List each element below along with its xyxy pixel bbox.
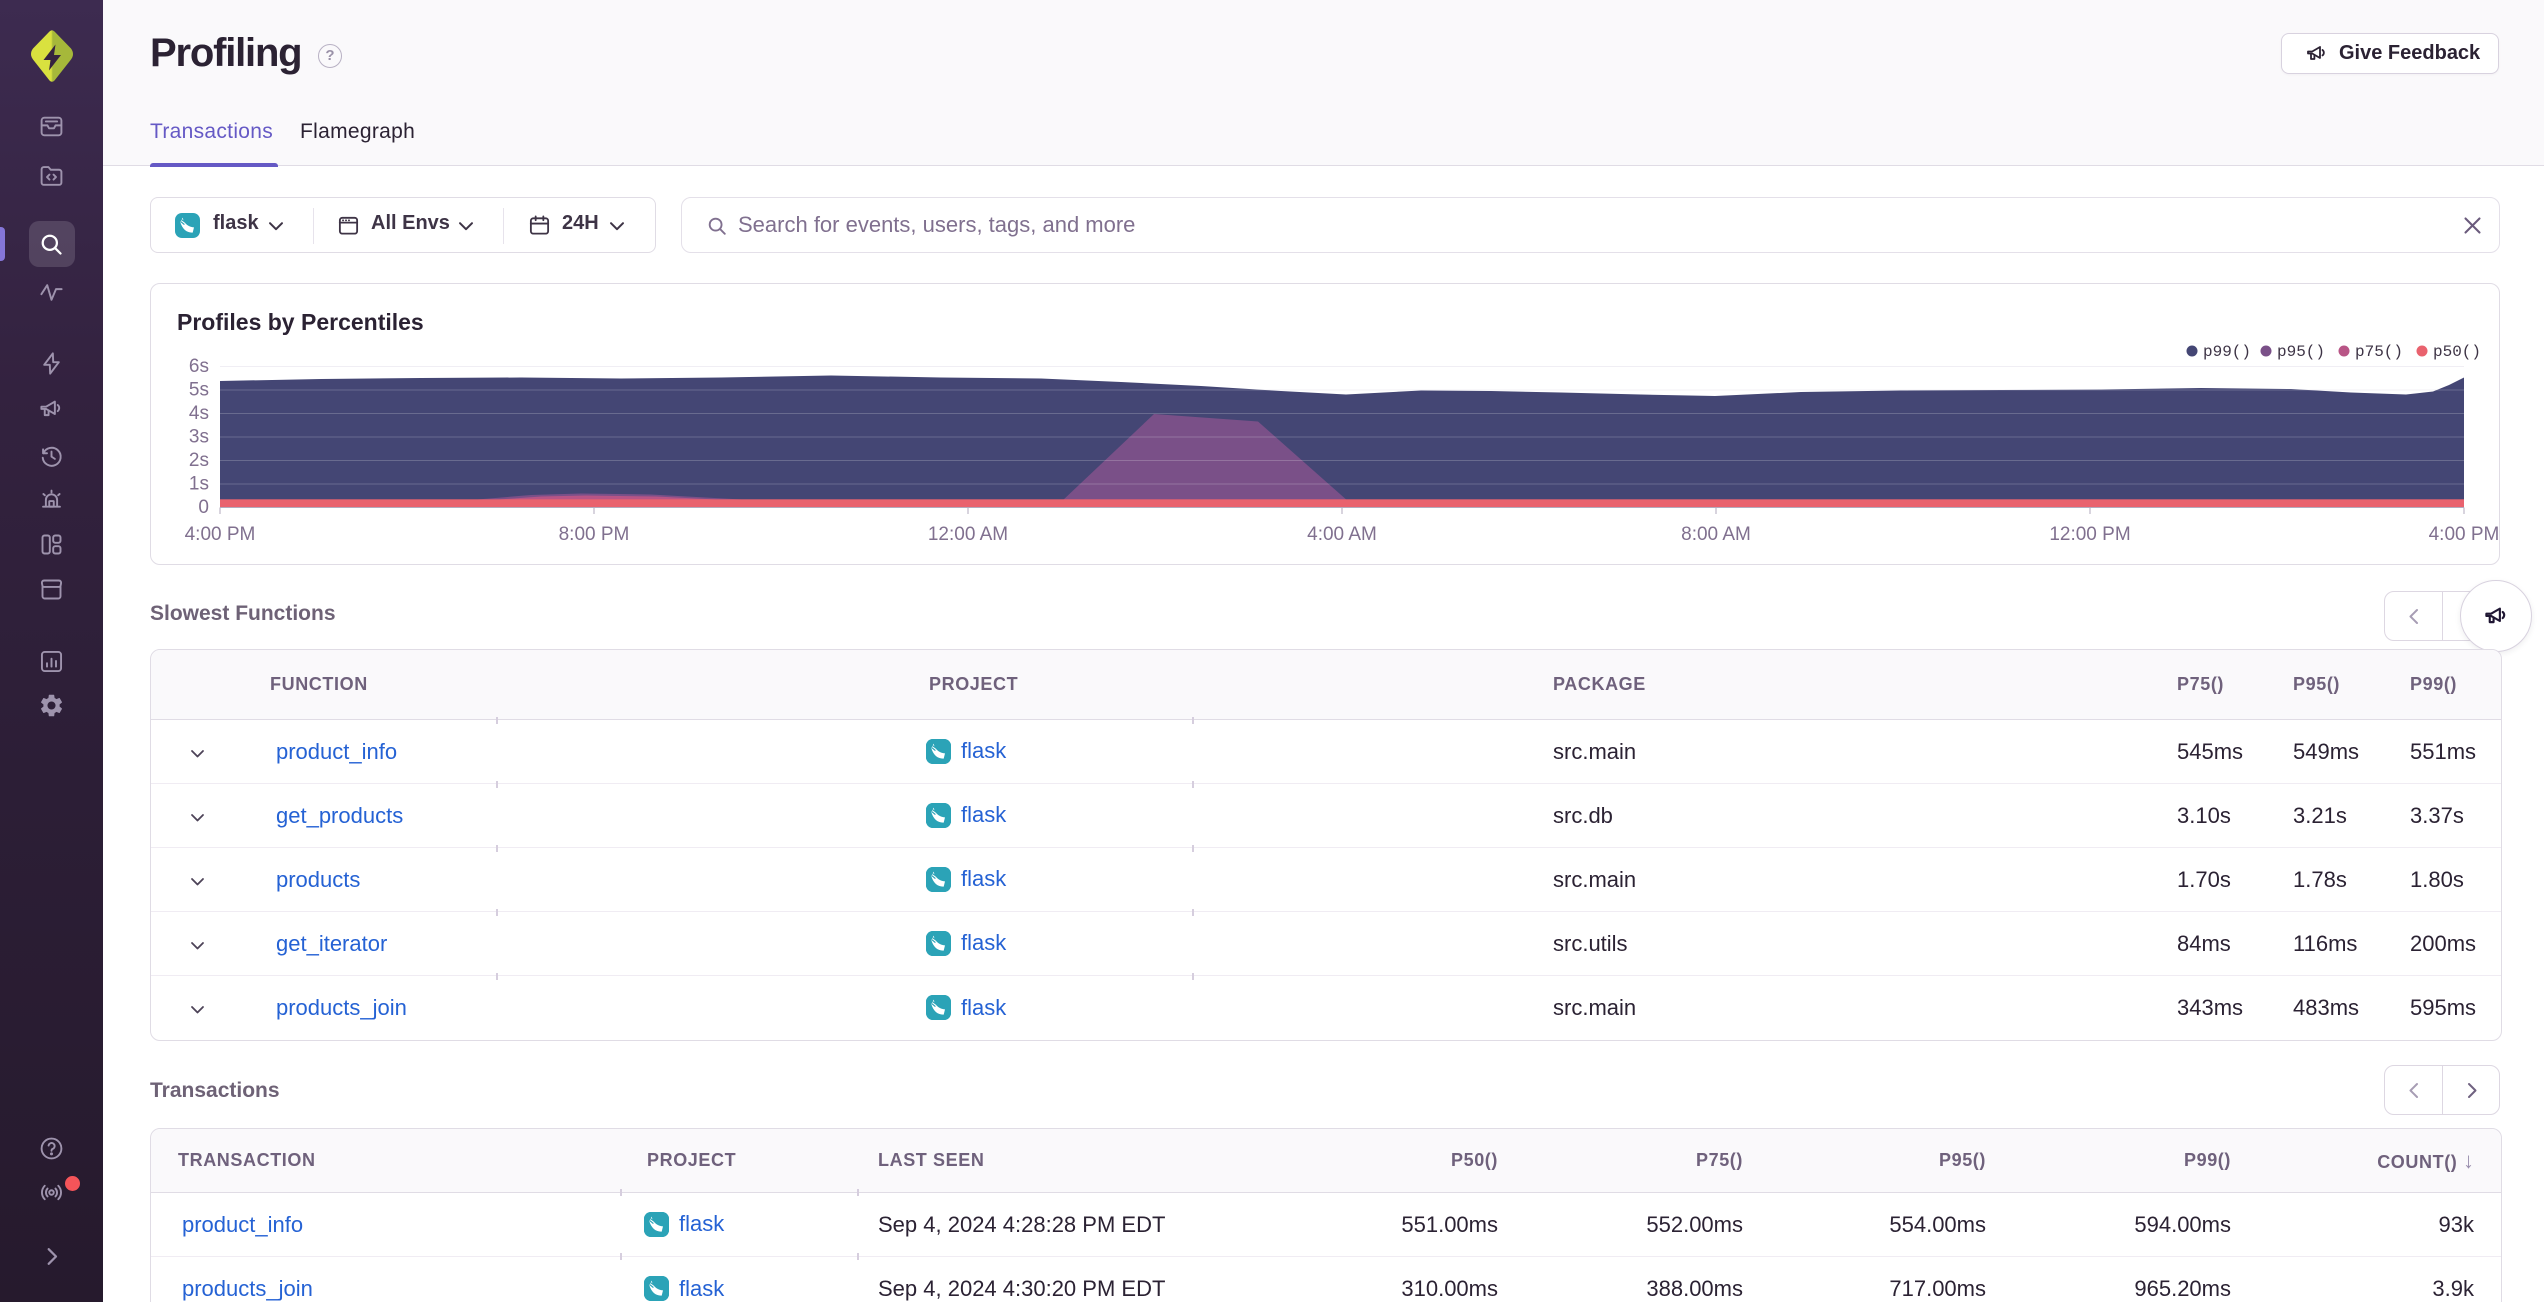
svg-text:0: 0 bbox=[198, 497, 209, 518]
svg-text:3s: 3s bbox=[189, 427, 209, 448]
svg-text:p95(): p95() bbox=[2277, 343, 2325, 361]
svg-text:4s: 4s bbox=[189, 403, 209, 424]
svg-text:12:00 AM: 12:00 AM bbox=[928, 524, 1008, 545]
svg-text:5s: 5s bbox=[189, 380, 209, 401]
svg-text:6s: 6s bbox=[189, 356, 209, 377]
svg-text:p75(): p75() bbox=[2355, 343, 2403, 361]
svg-text:p99(): p99() bbox=[2203, 343, 2251, 361]
svg-text:12:00 PM: 12:00 PM bbox=[2049, 524, 2130, 545]
svg-text:1s: 1s bbox=[189, 474, 209, 495]
svg-text:4:00 AM: 4:00 AM bbox=[1307, 524, 1377, 545]
svg-text:Profiles by Percentiles: Profiles by Percentiles bbox=[177, 309, 424, 335]
svg-text:8:00 AM: 8:00 AM bbox=[1681, 524, 1751, 545]
svg-text:2s: 2s bbox=[189, 450, 209, 471]
svg-text:p50(): p50() bbox=[2433, 343, 2481, 361]
svg-text:4:00 PM: 4:00 PM bbox=[2429, 524, 2499, 545]
svg-text:8:00 PM: 8:00 PM bbox=[559, 524, 630, 545]
svg-text:4:00 PM: 4:00 PM bbox=[185, 524, 256, 545]
